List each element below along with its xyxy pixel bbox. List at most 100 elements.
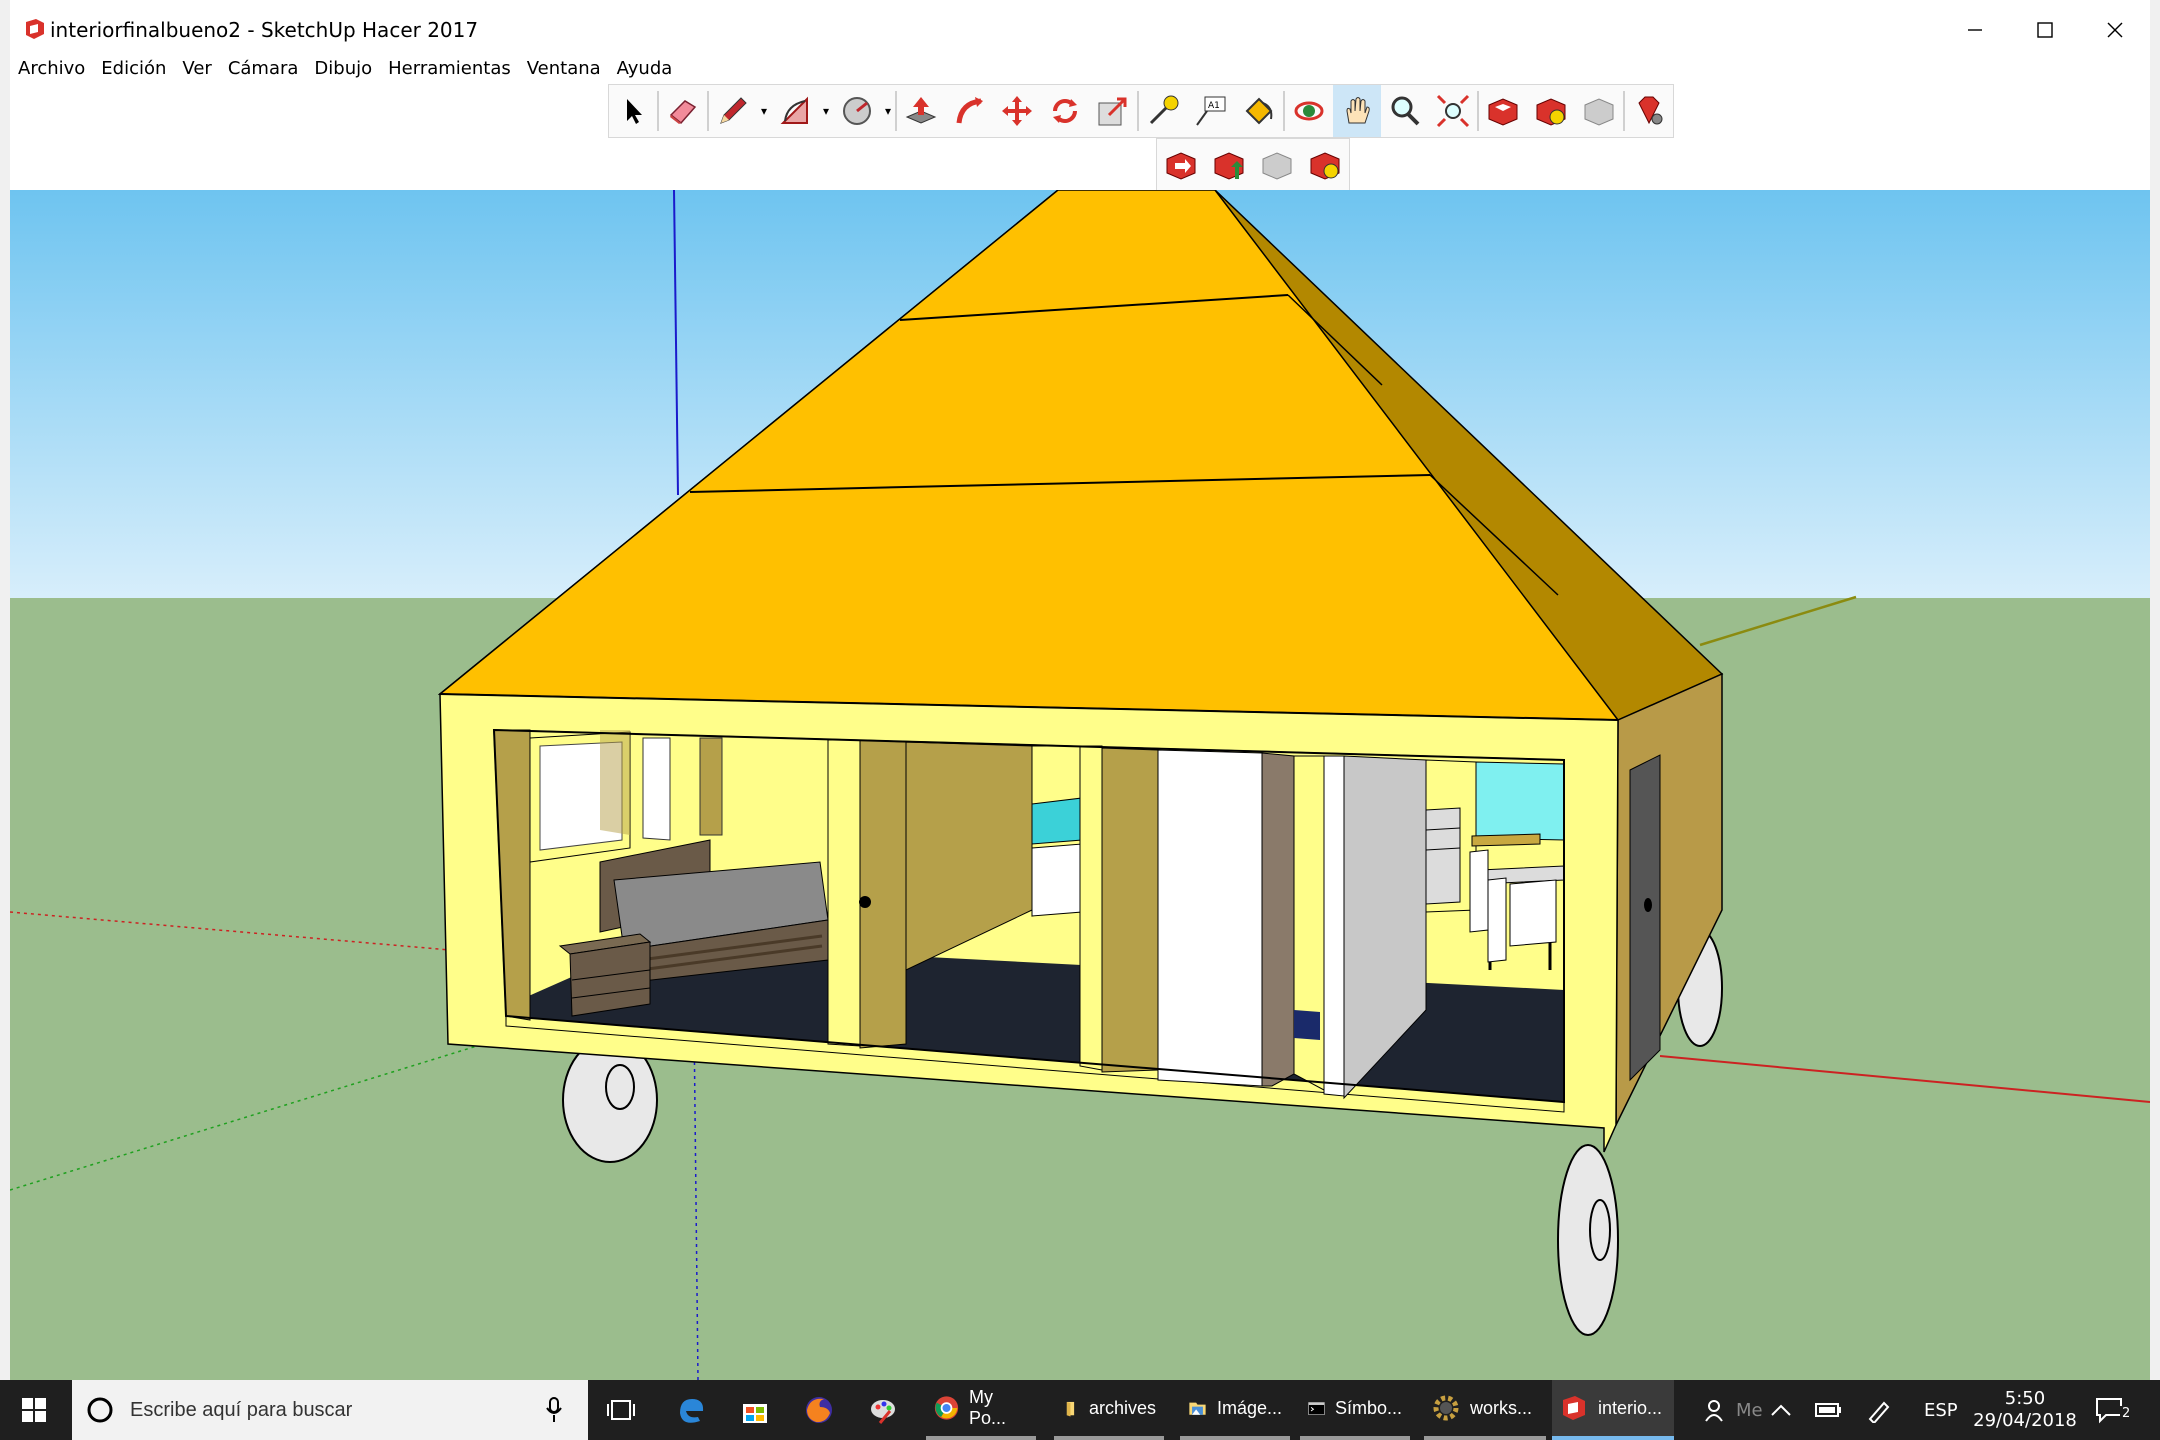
battery-button[interactable]: [1814, 1380, 1844, 1440]
chrome-icon: [934, 1396, 959, 1420]
shapes-dropdown[interactable]: ▾: [881, 85, 895, 137]
layout-ext-tool[interactable]: [1301, 139, 1349, 191]
orbit-tool[interactable]: [1285, 85, 1333, 137]
chevron-up-icon: [1771, 1404, 1791, 1416]
menu-dibujo[interactable]: Dibujo: [306, 56, 380, 82]
menu-camara[interactable]: Cámara: [220, 56, 307, 82]
move-tool[interactable]: [993, 85, 1041, 137]
store-button[interactable]: [740, 1380, 780, 1440]
scale-icon: [1098, 97, 1127, 126]
layout-reference-icon: [1262, 152, 1292, 180]
nightstand[interactable]: [558, 933, 652, 1017]
extension-warehouse-tool[interactable]: [1527, 85, 1575, 137]
maximize-button[interactable]: [2010, 0, 2080, 60]
zoom-extents-tool[interactable]: [1429, 85, 1477, 137]
taskbar-app-label: Símbo...: [1334, 1397, 1402, 1418]
menu-ver[interactable]: Ver: [174, 56, 219, 82]
menu-bar: Archivo Edición Ver Cámara Dibujo Herram…: [10, 56, 680, 82]
edge-browser-icon: [680, 1399, 704, 1423]
bedroom-column: [699, 737, 723, 836]
model-viewport[interactable]: [10, 190, 2150, 1380]
notifications-button[interactable]: 2: [2094, 1380, 2144, 1440]
rotate-tool[interactable]: [1041, 85, 1089, 137]
edge-button[interactable]: [676, 1380, 716, 1440]
white-door-left[interactable]: [1157, 749, 1263, 1087]
zoom-tool[interactable]: [1381, 85, 1429, 137]
paint-app-button[interactable]: [868, 1380, 908, 1440]
firefox-icon: [806, 1397, 832, 1423]
scale-tool[interactable]: [1089, 85, 1137, 137]
taskbar-app-simbolo[interactable]: Símbo...: [1300, 1380, 1410, 1440]
pencil-dropdown[interactable]: ▾: [757, 85, 771, 137]
text-label-icon: A1: [1196, 96, 1226, 126]
partition-wall-2: [1079, 745, 1103, 1071]
menu-ventana[interactable]: Ventana: [519, 56, 609, 82]
kitchen-stove[interactable]: [1425, 807, 1461, 905]
firefox-button[interactable]: [804, 1380, 844, 1440]
taskbar-search-box[interactable]: Escribe aquí para buscar: [72, 1380, 588, 1440]
people-label: Me: [1736, 1399, 1763, 1421]
paint-bucket-tool[interactable]: [1235, 85, 1283, 137]
taskbar-app-label: works...: [1470, 1397, 1533, 1418]
share-model-icon: [1584, 98, 1614, 126]
follow-me-tool[interactable]: [945, 85, 993, 137]
text-tool[interactable]: A1: [1187, 85, 1235, 137]
language-indicator[interactable]: ESP: [1924, 1380, 1974, 1440]
start-button[interactable]: [20, 1380, 56, 1440]
layout-import-tool[interactable]: [1205, 139, 1253, 191]
layout-send-tool[interactable]: [1157, 139, 1205, 191]
eraser-icon: [669, 100, 697, 125]
title-bar: interiorfinalbueno2 - SketchUp Hacer 201…: [0, 0, 2160, 60]
pen-workspace-button[interactable]: [1866, 1380, 1896, 1440]
menu-herramientas[interactable]: Herramientas: [380, 56, 519, 82]
show-hidden-icons-button[interactable]: [1770, 1380, 1800, 1440]
eraser-tool[interactable]: [659, 85, 707, 137]
tape-measure-tool[interactable]: [1139, 85, 1187, 137]
taskbar-app-workspace[interactable]: works...: [1424, 1380, 1546, 1440]
search-placeholder: Escribe aquí para buscar: [130, 1398, 353, 1421]
clock[interactable]: 5:50 29/04/2018: [1972, 1380, 2078, 1440]
taskbar-app-label: archives: [1088, 1397, 1156, 1418]
warehouse-tool[interactable]: [1479, 85, 1527, 137]
gear-app-icon: [1433, 1395, 1459, 1421]
minimize-icon: [1968, 29, 1982, 31]
send-to-layout-icon: [1166, 152, 1196, 180]
minimize-button[interactable]: [1940, 0, 2010, 60]
ruby-console-tool[interactable]: [1625, 85, 1673, 137]
taskbar-app-sketchup[interactable]: interio...: [1552, 1380, 1674, 1440]
pencil-tool[interactable]: [709, 85, 757, 137]
menu-edicion[interactable]: Edición: [93, 56, 174, 82]
arc-tool[interactable]: [771, 85, 819, 137]
menu-archivo[interactable]: Archivo: [10, 56, 93, 82]
3d-scene[interactable]: [10, 190, 2150, 1380]
follow-me-icon: [956, 97, 983, 124]
circle-protractor-icon: [843, 97, 871, 125]
taskbar-app-archives[interactable]: archives: [1054, 1380, 1164, 1440]
close-button[interactable]: [2080, 0, 2150, 60]
kitchen-counter: [1471, 833, 1541, 847]
kitchen-wall-left: [1101, 747, 1159, 1073]
share-model-tool[interactable]: [1575, 85, 1623, 137]
bedroom-door[interactable]: [859, 739, 907, 1049]
rotate-icon: [1053, 99, 1077, 123]
taskbar-app-label: interio...: [1598, 1397, 1663, 1418]
arc-dropdown[interactable]: ▾: [819, 85, 833, 137]
menu-ayuda[interactable]: Ayuda: [609, 56, 681, 82]
taskbar-app-label: My Po...: [969, 1387, 1007, 1428]
layout-ref-tool[interactable]: [1253, 139, 1301, 191]
clock-date: 29/04/2018: [1973, 1410, 2077, 1431]
pan-tool[interactable]: [1333, 85, 1381, 137]
right-wall-door[interactable]: [1629, 754, 1661, 1082]
orbit-icon: [1294, 101, 1324, 121]
zoom-extents-icon: [1436, 94, 1470, 128]
task-view-icon: [607, 1400, 635, 1420]
taskbar-app-chrome[interactable]: My Po...: [926, 1380, 1036, 1440]
task-view-button[interactable]: [606, 1380, 646, 1440]
partition-wall-1: [827, 739, 861, 1047]
paint-bucket-icon: [1245, 97, 1273, 125]
select-tool[interactable]: [609, 85, 657, 137]
microphone-icon[interactable]: [544, 1396, 564, 1424]
shapes-tool[interactable]: [833, 85, 881, 137]
taskbar-app-imagenes[interactable]: Imáge...: [1180, 1380, 1290, 1440]
push-pull-tool[interactable]: [897, 85, 945, 137]
